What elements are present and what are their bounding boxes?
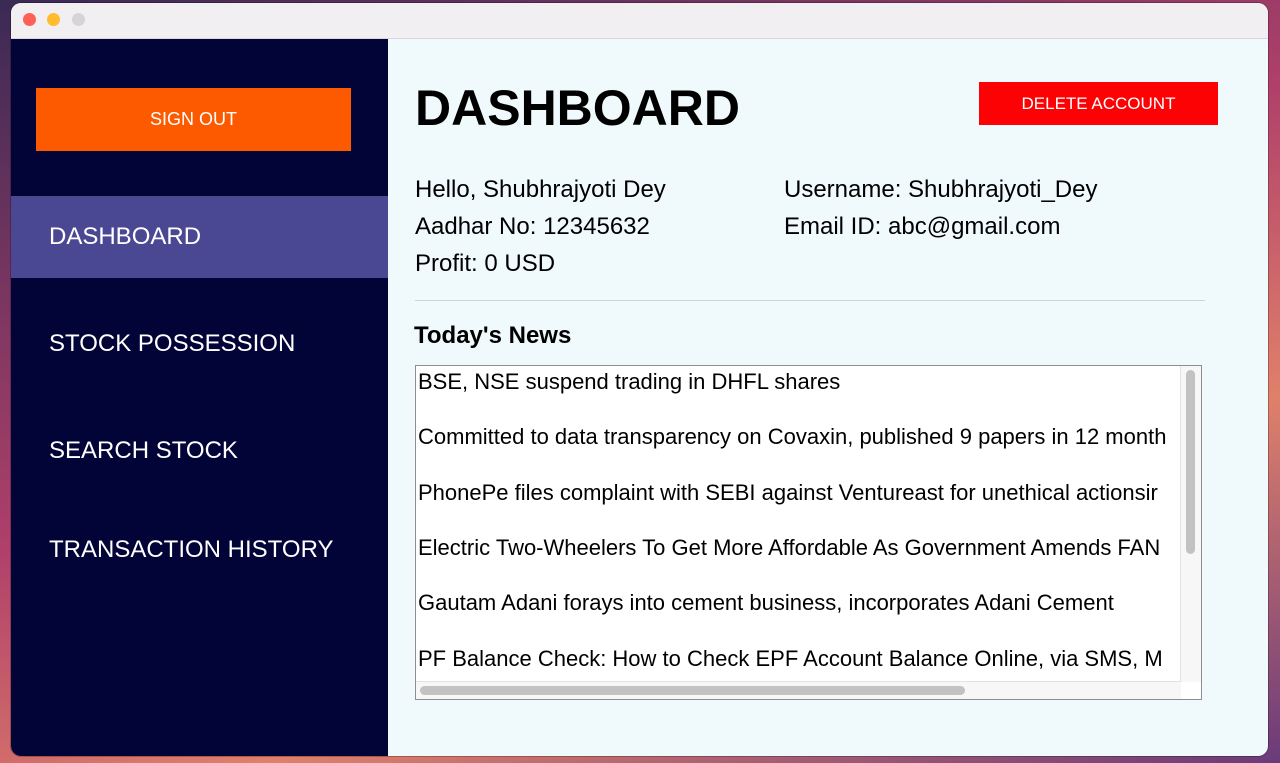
news-item[interactable]: Electric Two-Wheelers To Get More Afford… [418, 535, 1160, 561]
divider [415, 300, 1205, 301]
greeting-text: Hello, Shubhrajyoti Dey [415, 176, 666, 203]
nav-item-label: TRANSACTION HISTORY [49, 536, 334, 563]
delete-account-button[interactable]: DELETE ACCOUNT [979, 82, 1218, 125]
nav-item-label: DASHBOARD [49, 223, 202, 250]
news-item[interactable]: PF Balance Check: How to Check EPF Accou… [418, 646, 1163, 672]
zoom-window-button[interactable] [72, 13, 85, 26]
main-content: DASHBOARD DELETE ACCOUNT Hello, Shubhraj… [388, 39, 1268, 756]
aadhar-text: Aadhar No: 12345632 [415, 213, 650, 240]
page-title: DASHBOARD [415, 80, 740, 136]
profit-text: Profit: 0 USD [415, 250, 556, 277]
nav-item-stock-possession[interactable]: STOCK POSSESSION [11, 303, 388, 385]
username-text: Username: Shubhrajyoti_Dey [784, 176, 1098, 203]
nav-item-label: SEARCH STOCK [49, 437, 238, 464]
news-heading: Today's News [414, 322, 572, 349]
news-item[interactable]: PhonePe files complaint with SEBI agains… [418, 480, 1158, 506]
app-window: SIGN OUT DASHBOARD STOCK POSSESSION SEAR… [11, 3, 1268, 756]
horizontal-scrollbar[interactable] [416, 681, 1181, 699]
news-list-box[interactable]: BSE, NSE suspend trading in DHFL shares … [415, 365, 1202, 700]
close-window-button[interactable] [23, 13, 36, 26]
email-text: Email ID: abc@gmail.com [784, 213, 1061, 240]
sidebar: SIGN OUT DASHBOARD STOCK POSSESSION SEAR… [11, 39, 388, 756]
nav-item-transaction-history[interactable]: TRANSACTION HISTORY [11, 509, 388, 591]
vertical-scroll-thumb[interactable] [1186, 370, 1195, 554]
horizontal-scroll-thumb[interactable] [420, 686, 965, 695]
nav-item-dashboard[interactable]: DASHBOARD [11, 196, 388, 278]
vertical-scrollbar[interactable] [1180, 366, 1201, 682]
nav-item-search-stock[interactable]: SEARCH STOCK [11, 410, 388, 492]
news-list: BSE, NSE suspend trading in DHFL shares … [416, 366, 1181, 682]
minimize-window-button[interactable] [47, 13, 60, 26]
nav-item-label: STOCK POSSESSION [49, 330, 296, 357]
news-item[interactable]: Gautam Adani forays into cement business… [418, 590, 1114, 616]
title-bar [11, 3, 1268, 39]
news-item[interactable]: Committed to data transparency on Covaxi… [418, 424, 1166, 450]
news-item[interactable]: BSE, NSE suspend trading in DHFL shares [418, 369, 840, 395]
sign-out-button[interactable]: SIGN OUT [36, 88, 351, 151]
